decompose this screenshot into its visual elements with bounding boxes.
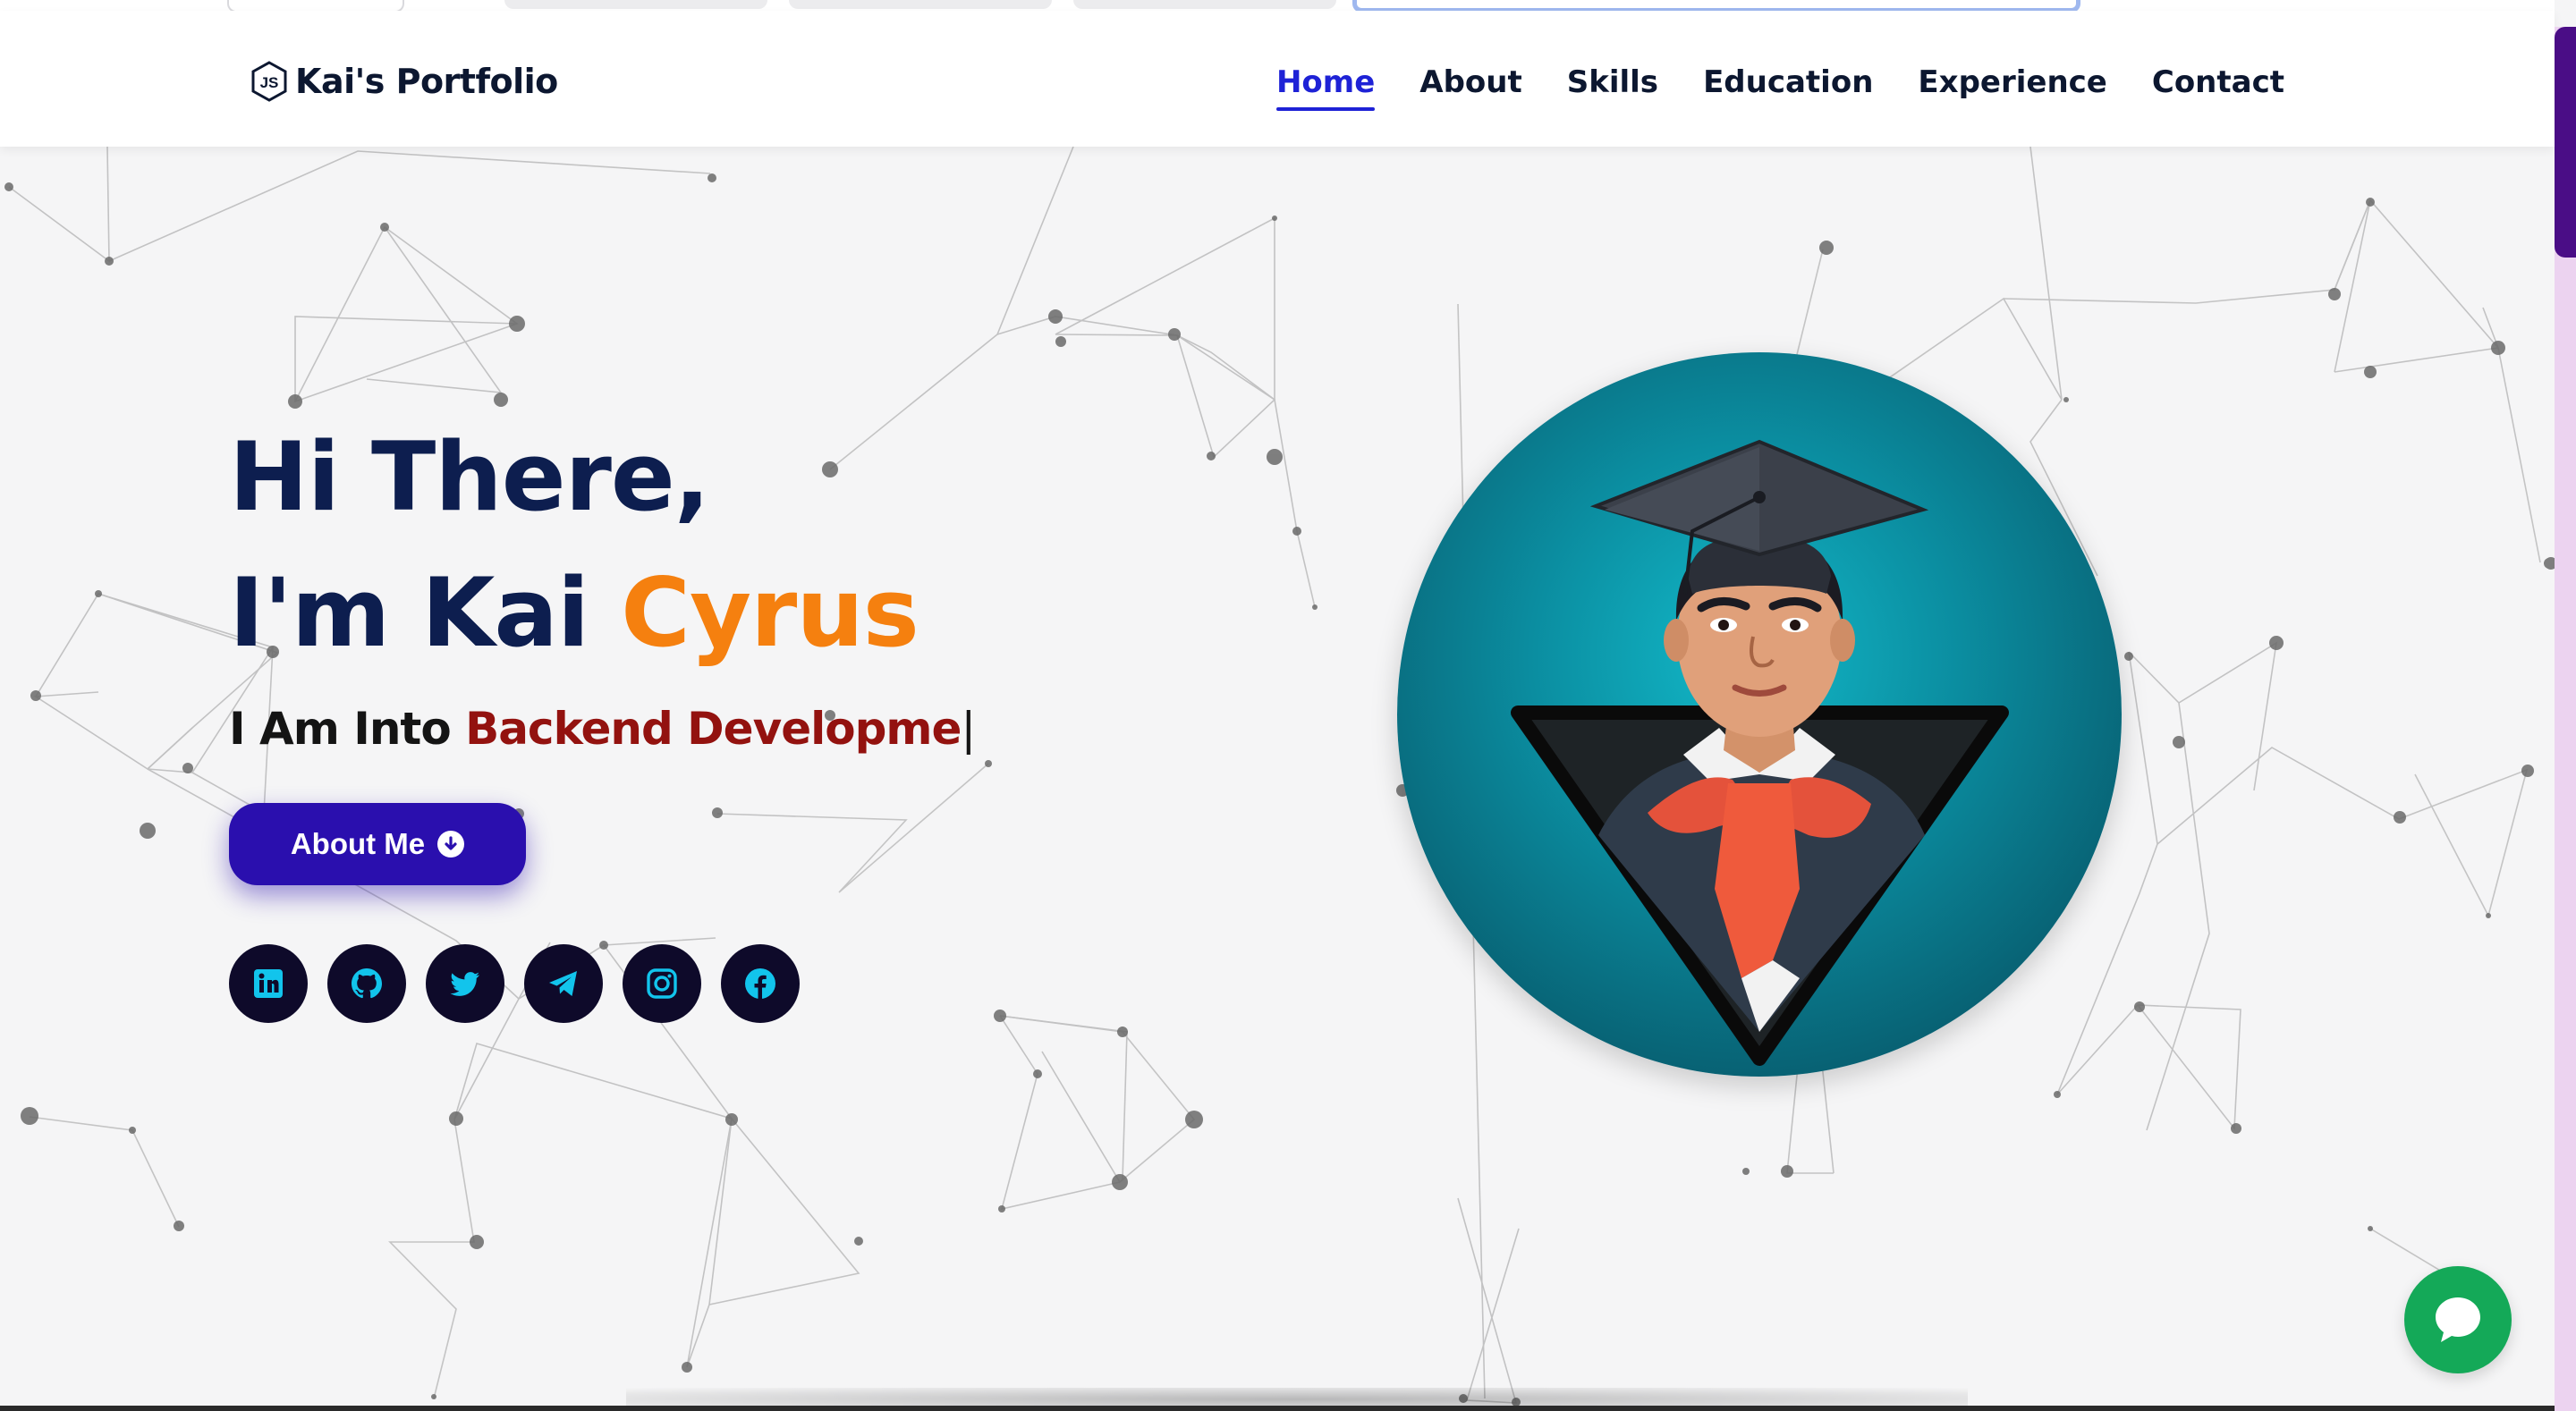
nav-home[interactable]: Home [1275, 64, 1376, 111]
about-me-button[interactable]: About Me [229, 803, 526, 885]
site-logo[interactable]: JS Kai's Portfolio [250, 61, 558, 102]
typing-caret: | [961, 703, 976, 755]
hero-intro: I'm Kai Cyrus [229, 558, 919, 668]
browser-top-strip [0, 0, 2555, 13]
nav-education[interactable]: Education [1703, 64, 1873, 111]
nav-contact[interactable]: Contact [2152, 64, 2284, 111]
social-links [229, 944, 800, 1023]
subtitle-prefix: I Am Into [229, 703, 466, 755]
facebook-link[interactable] [721, 944, 800, 1023]
chat-widget-button[interactable] [2404, 1266, 2512, 1373]
arrow-down-circle-icon [437, 831, 465, 858]
top-tab-placeholder [789, 0, 1052, 9]
chat-bubble-icon [2436, 1297, 2480, 1342]
instagram-link[interactable] [623, 944, 701, 1023]
github-link[interactable] [327, 944, 406, 1023]
js-hexagon-icon: JS [251, 61, 287, 102]
top-tab-placeholder [504, 0, 767, 9]
particle-network-background [4, 147, 2555, 1407]
twitter-icon [450, 972, 479, 996]
linkedin-icon [254, 969, 283, 998]
linkedin-link[interactable] [229, 944, 308, 1023]
github-icon [352, 968, 382, 999]
logo-text: Kai's Portfolio [295, 62, 558, 101]
profile-avatar [1397, 352, 2122, 1077]
nav-about[interactable]: About [1419, 64, 1521, 111]
typed-role: Backend Developme [465, 703, 962, 755]
top-tab-placeholder [1073, 0, 1336, 9]
nav-skills[interactable]: Skills [1567, 64, 1658, 111]
telegram-link[interactable] [524, 944, 603, 1023]
facebook-icon [745, 968, 775, 999]
page-scrollbar[interactable] [2555, 27, 2576, 1411]
main-nav: Home About Skills Education Experience C… [1275, 64, 2284, 111]
instagram-icon [647, 968, 677, 999]
twitter-link[interactable] [426, 944, 504, 1023]
telegram-icon [549, 971, 577, 996]
hero-subtitle: I Am Into Backend Developme| [229, 703, 976, 755]
hero-intro-prefix: I'm Kai [229, 558, 622, 668]
hero-name-accent: Cyrus [621, 558, 919, 668]
nav-experience[interactable]: Experience [1918, 64, 2106, 111]
about-me-label: About Me [290, 827, 426, 860]
svg-text:JS: JS [260, 74, 279, 91]
site-header: JS Kai's Portfolio Home About Skills Edu… [0, 11, 2555, 147]
hero-greeting: Hi There, [229, 422, 710, 532]
scrollbar-thumb[interactable] [2555, 27, 2576, 258]
section-bottom-edge [0, 1406, 2555, 1411]
